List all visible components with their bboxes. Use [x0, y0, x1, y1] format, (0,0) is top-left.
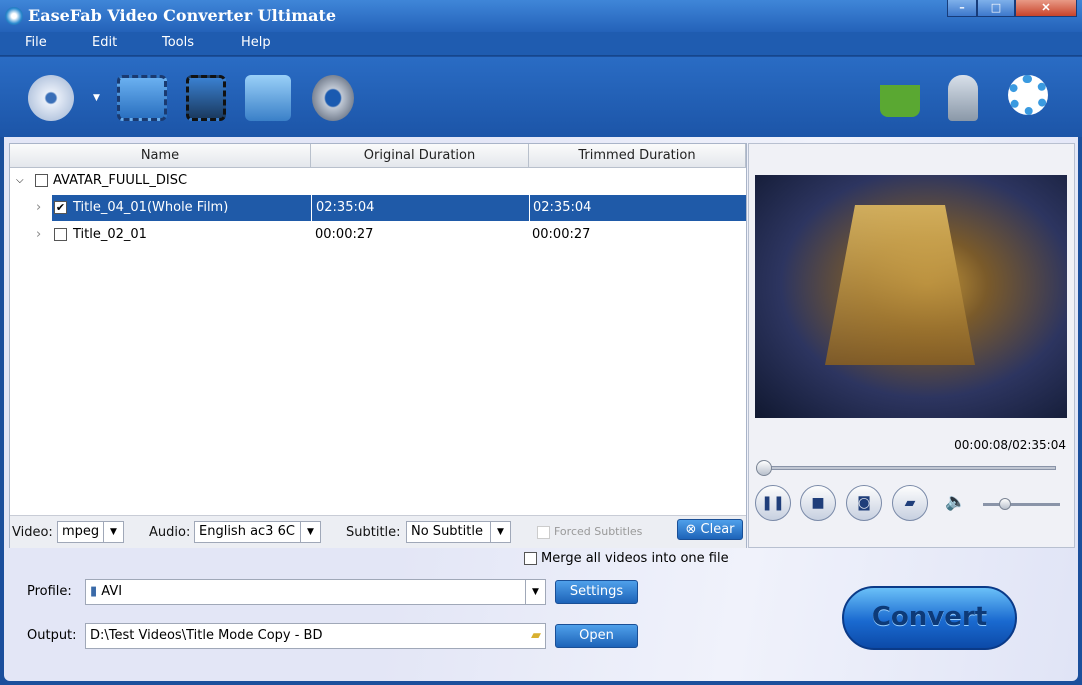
column-name[interactable]: Name: [10, 144, 311, 168]
chevron-down-icon: ▼: [490, 522, 510, 542]
toolbar: ▼: [0, 57, 1082, 137]
profile-label: Profile:: [27, 584, 72, 599]
file-list: Name Original Duration Trimmed Duration …: [9, 143, 747, 548]
table-row[interactable]: › ✔ Title_04_01(Whole Film) 02:35:04 02:…: [10, 195, 746, 221]
dropdown-arrow-icon[interactable]: ▼: [93, 93, 100, 103]
seek-thumb[interactable]: [756, 460, 773, 476]
minimize-button[interactable]: –: [947, 0, 977, 17]
help-lifebuoy-icon[interactable]: [1008, 75, 1048, 115]
subtitle-label: Subtitle:: [346, 525, 401, 540]
chevron-down-icon: ▼: [300, 522, 320, 542]
expand-chevron-icon[interactable]: ⌵: [16, 168, 24, 194]
video-label: Video:: [12, 525, 53, 540]
menu-help[interactable]: Help: [241, 35, 271, 50]
row-trimmed: 00:00:27: [532, 227, 591, 242]
chevron-down-icon: ▼: [103, 522, 123, 542]
volume-thumb[interactable]: [999, 498, 1012, 510]
register-key-icon[interactable]: [948, 75, 978, 121]
menu-file[interactable]: File: [25, 35, 47, 50]
expand-chevron-icon[interactable]: ›: [36, 222, 41, 248]
profile-value: AVI: [101, 584, 123, 599]
expand-chevron-icon[interactable]: ›: [36, 195, 41, 221]
output-field[interactable]: D:\Test Videos\Title Mode Copy - BD ▰: [85, 623, 546, 649]
settings-button[interactable]: Settings: [555, 580, 638, 604]
preview-panel: 00:00:08/02:35:04 ❚❚ ■ ◙ ▰ 🔈: [748, 143, 1075, 548]
subtitle-value: No Subtitle: [411, 524, 483, 539]
group-name: AVATAR_FUULL_DISC: [53, 173, 188, 188]
chevron-down-icon: ▼: [525, 580, 545, 604]
video-value: mpeg: [62, 524, 100, 539]
shop-basket-icon[interactable]: [880, 85, 920, 117]
folder-icon[interactable]: ▰: [531, 624, 541, 648]
row-checkbox[interactable]: [54, 228, 67, 241]
add-dvd-icon[interactable]: [28, 75, 74, 121]
close-button[interactable]: ✕: [1015, 0, 1077, 17]
clear-button[interactable]: ⊗ Clear: [677, 519, 743, 540]
settings-gear-icon[interactable]: [312, 75, 354, 121]
menu-bar: File Edit Tools Help: [0, 32, 1082, 56]
table-row[interactable]: › Title_02_01 00:00:27 00:00:27: [10, 222, 746, 248]
convert-button[interactable]: Convert: [842, 586, 1017, 650]
row-checkbox[interactable]: ✔: [54, 201, 67, 214]
row-original: 00:00:27: [315, 227, 374, 242]
row-name: Title_04_01(Whole Film): [73, 200, 229, 215]
clear-label: Clear: [700, 522, 735, 537]
window-title: EaseFab Video Converter Ultimate: [28, 6, 337, 25]
app-icon: [5, 7, 23, 25]
merge-checkbox[interactable]: [524, 552, 537, 565]
output-label: Output:: [27, 628, 77, 643]
track-options-bar: Video: mpeg ▼ Audio: English ac3 6C ▼ Subt…: [10, 515, 746, 548]
merge-label: Merge all videos into one file: [541, 551, 729, 566]
volume-slider[interactable]: [983, 503, 1060, 506]
row-name: Title_02_01: [73, 227, 147, 242]
forced-subtitles-checkbox[interactable]: [537, 526, 550, 539]
clear-icon: ⊗: [685, 522, 701, 537]
audio-value: English ac3 6C: [199, 524, 295, 539]
playback-time: 00:00:08/02:35:04: [954, 438, 1066, 452]
column-original-duration[interactable]: Original Duration: [311, 144, 529, 168]
menu-tools[interactable]: Tools: [162, 35, 194, 50]
stop-button[interactable]: ■: [800, 485, 836, 521]
row-original: 02:35:04: [311, 195, 374, 221]
group-checkbox[interactable]: [35, 174, 48, 187]
profile-select[interactable]: ▮ AVI ▼: [85, 579, 546, 605]
open-button[interactable]: Open: [555, 624, 638, 648]
convert-disc-icon[interactable]: [245, 75, 291, 121]
row-trimmed: 02:35:04: [529, 195, 591, 221]
title-bar: EaseFab Video Converter Ultimate – □ ✕: [0, 0, 1082, 32]
output-value: D:\Test Videos\Title Mode Copy - BD: [90, 628, 323, 643]
audio-label: Audio:: [149, 525, 191, 540]
menu-edit[interactable]: Edit: [92, 35, 117, 50]
volume-icon[interactable]: 🔈: [945, 492, 966, 512]
subtitle-select[interactable]: No Subtitle ▼: [406, 521, 511, 543]
seek-slider[interactable]: [759, 466, 1056, 470]
column-trimmed-duration[interactable]: Trimmed Duration: [529, 144, 746, 168]
video-preview: [755, 175, 1067, 418]
open-folder-button[interactable]: ▰: [892, 485, 928, 521]
pause-button[interactable]: ❚❚: [755, 485, 791, 521]
forced-subtitles-label: Forced Subtitles: [554, 525, 643, 538]
add-video-icon[interactable]: [117, 75, 167, 121]
maximize-button[interactable]: □: [977, 0, 1015, 17]
edit-video-icon[interactable]: [186, 75, 226, 121]
video-select[interactable]: mpeg ▼: [57, 521, 124, 543]
group-row[interactable]: ⌵ AVATAR_FUULL_DISC: [10, 168, 746, 194]
snapshot-camera-button[interactable]: ◙: [846, 485, 882, 521]
audio-select[interactable]: English ac3 6C ▼: [194, 521, 321, 543]
file-icon: ▮: [90, 584, 98, 599]
